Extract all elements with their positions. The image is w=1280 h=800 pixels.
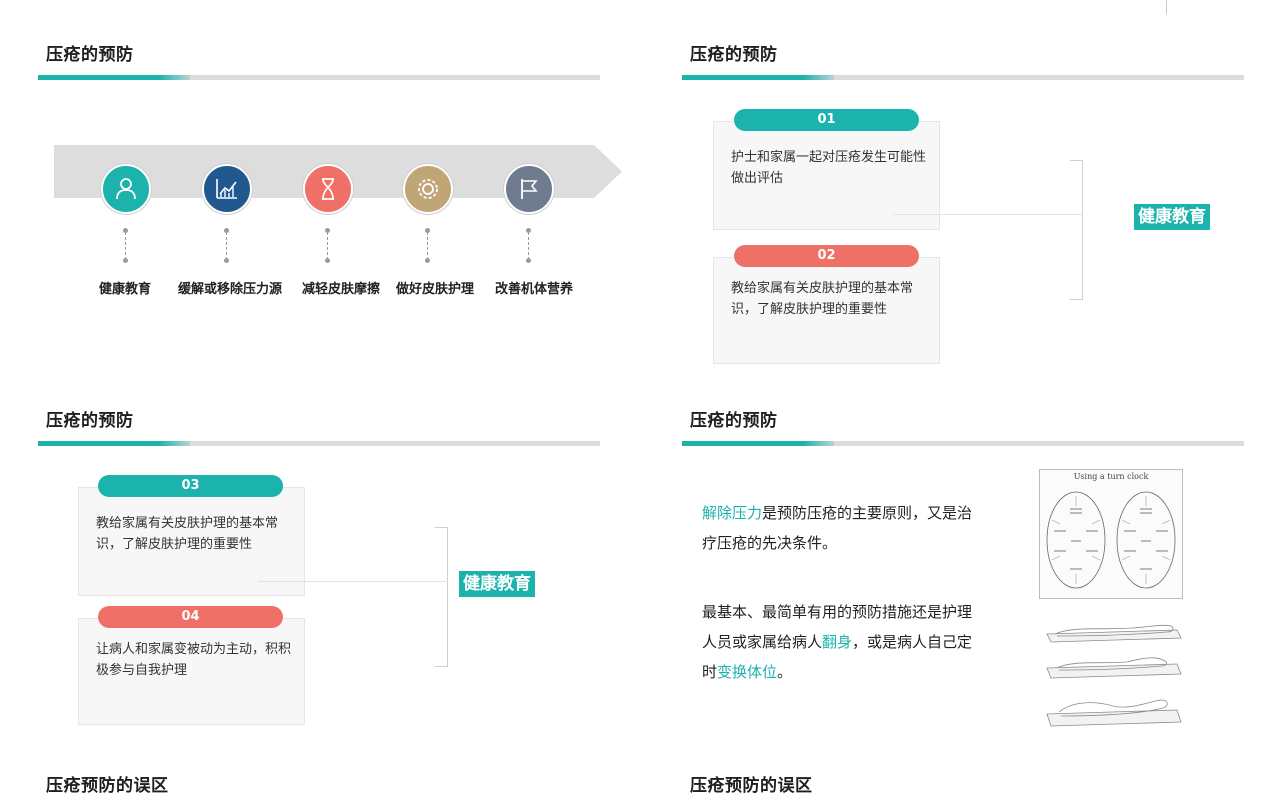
edge-divider (1166, 0, 1167, 14)
card-02: 教给家属有关皮肤护理的基本常识，了解皮肤护理的重要性 (713, 257, 940, 364)
step-circle-reduce-friction (303, 164, 353, 214)
slide-title: 压疮的预防 (46, 45, 134, 65)
step-circle-skin-care (403, 164, 453, 214)
highlight-relieve-pressure: 解除压力 (702, 504, 763, 522)
topic-tag: 健康教育 (1134, 204, 1210, 230)
gear-icon (418, 179, 438, 199)
card-number-02: 02 (734, 245, 919, 267)
card-text: 护士和家属一起对压疮发生可能性做出评估 (731, 150, 927, 186)
card-03: 教给家属有关皮肤护理的基本常识，了解皮肤护理的重要性 (78, 487, 305, 596)
card-number-01: 01 (734, 109, 919, 131)
topic-tag: 健康教育 (459, 571, 535, 597)
step-circle-pressure-relief (202, 164, 252, 214)
step-label-reduce-friction: 减轻皮肤摩擦 (301, 282, 381, 297)
slide-title: 压疮的预防 (690, 411, 778, 431)
connector-line (893, 214, 1083, 215)
title-underline (38, 75, 600, 80)
highlight-turn-over: 翻身 (822, 633, 853, 651)
step-label-health-education: 健康教育 (98, 282, 152, 297)
card-text: 教给家属有关皮肤护理的基本常识，了解皮肤护理的重要性 (96, 516, 279, 552)
card-number-04: 04 (98, 606, 283, 628)
chart-icon (216, 179, 237, 199)
title-underline (682, 75, 1244, 80)
bracket (1070, 160, 1083, 300)
card-text: 让病人和家属变被动为主动，积积极参与自我护理 (96, 642, 292, 678)
step-label-skin-care: 做好皮肤护理 (395, 282, 475, 297)
bracket (435, 527, 448, 667)
card-number-03: 03 (98, 475, 283, 497)
person-icon (116, 178, 136, 200)
step-circle-nutrition (504, 164, 554, 214)
slide-title: 压疮的预防 (690, 45, 778, 65)
hourglass-icon (322, 178, 334, 200)
turn-clock-figure: Using a turn clock (1039, 469, 1183, 599)
card-04: 让病人和家属变被动为主动，积积极参与自我护理 (78, 618, 305, 725)
patient-position-sketches (1046, 624, 1182, 727)
step-label-nutrition: 改善机体营养 (494, 282, 574, 297)
clock-diagram (1046, 491, 1176, 589)
connector-line (258, 581, 448, 582)
paragraph-measures: 最基本、最简单有用的预防措施还是护理人员或家属给病人翻身，或是病人自己定时变换体… (702, 603, 973, 681)
slide-title: 压疮的预防 (46, 411, 134, 431)
flag-icon (521, 179, 538, 199)
title-underline (38, 441, 600, 446)
slide-title: 压疮预防的误区 (46, 776, 169, 796)
title-underline (682, 441, 1244, 446)
highlight-change-position: 变换体位 (717, 663, 778, 681)
slide-title: 压疮预防的误区 (690, 776, 813, 796)
step-label-pressure-relief: 缓解或移除压力源 (177, 282, 283, 297)
card-text: 教给家属有关皮肤护理的基本常识，了解皮肤护理的重要性 (731, 281, 914, 317)
paragraph-principle: 解除压力是预防压疮的主要原则，又是治疗压疮的先决条件。 (702, 504, 973, 552)
step-circle-health-education (101, 164, 151, 214)
